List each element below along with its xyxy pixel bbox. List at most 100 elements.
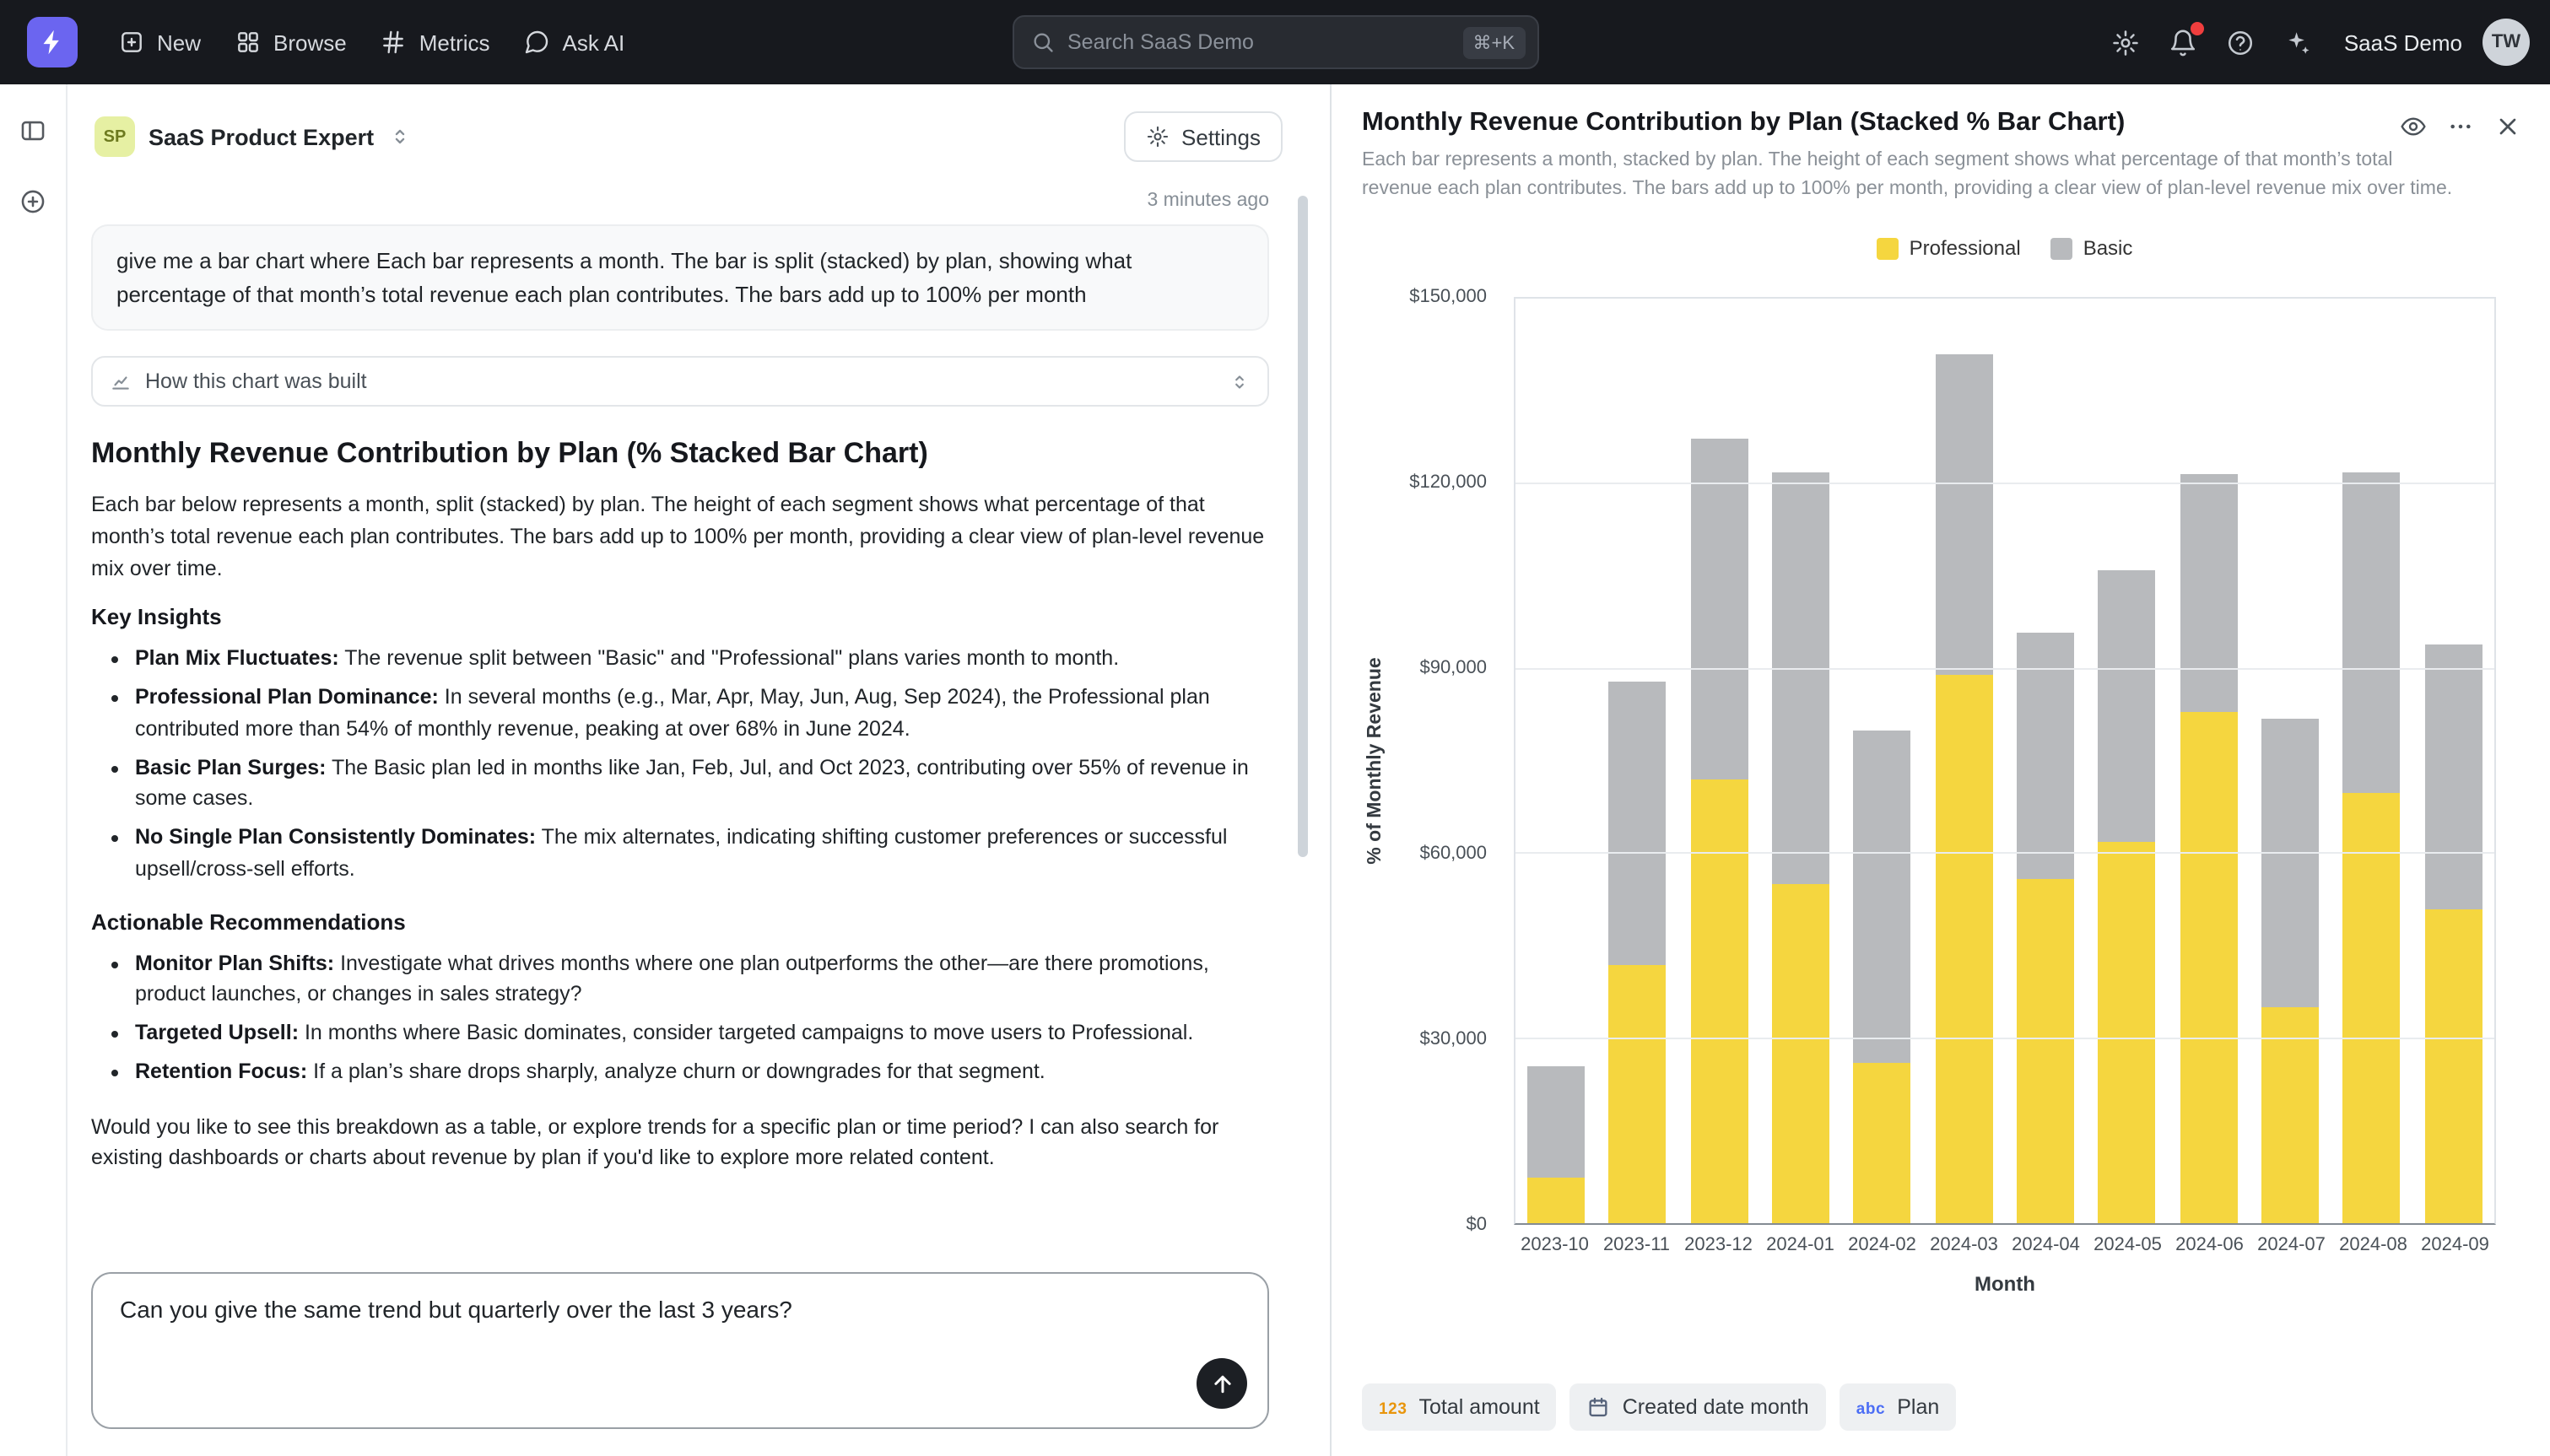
legend-label: Professional — [1910, 237, 2021, 261]
bar-2024-06 — [2168, 475, 2250, 1224]
bar-2023-11 — [1597, 682, 1679, 1224]
x-axis-tick-label: 2023-11 — [1596, 1236, 1677, 1256]
x-axis-tick-label: 2023-12 — [1677, 1236, 1759, 1256]
gear-icon — [1146, 125, 1170, 148]
main-content: SP SaaS Product Expert Settings 3 minute… — [0, 84, 2550, 1456]
bar-segment-basic[interactable] — [2099, 570, 2156, 841]
bar-segment-professional[interactable] — [1527, 1178, 1585, 1224]
bar-segment-professional[interactable] — [1772, 885, 1829, 1224]
bar-segment-professional[interactable] — [1691, 780, 1748, 1224]
bar-2024-02 — [1842, 731, 1924, 1224]
bar-segment-professional[interactable] — [2017, 879, 2074, 1224]
help-button[interactable] — [2216, 17, 2266, 67]
bar-segment-basic[interactable] — [2261, 719, 2319, 1008]
bar-segment-professional[interactable] — [2099, 842, 2156, 1224]
bar-segment-professional[interactable] — [1609, 965, 1667, 1224]
bar-segment-professional[interactable] — [2261, 1008, 2319, 1224]
browse-button[interactable]: Browse — [218, 17, 364, 67]
bar-segment-professional[interactable] — [2343, 792, 2401, 1223]
chart-line-icon — [110, 370, 132, 392]
bar-segment-basic[interactable] — [1609, 682, 1667, 965]
how-built-label: How this chart was built — [145, 369, 367, 393]
user-avatar[interactable]: TW — [2482, 19, 2530, 66]
response-title: Monthly Revenue Contribution by Plan (% … — [91, 437, 1269, 471]
field-tags: 123 Total amount Created date month abcPlan — [1362, 1383, 2520, 1431]
grid-icon — [235, 29, 262, 56]
field-tag-label: Plan — [1897, 1395, 1939, 1419]
assistant-response: Monthly Revenue Contribution by Plan (% … — [91, 437, 1269, 1174]
response-intro: Each bar below represents a month, split… — [91, 489, 1269, 585]
panel-toggle-button[interactable] — [8, 105, 58, 155]
y-axis-tick-label: $90,000 — [1419, 659, 1487, 679]
ai-sparkles-button[interactable] — [2273, 17, 2324, 67]
settings-button[interactable]: Settings — [1124, 111, 1283, 162]
bar-segment-basic[interactable] — [2425, 644, 2482, 909]
close-panel-button[interactable] — [2486, 105, 2530, 148]
bar-segment-professional[interactable] — [1854, 1064, 1911, 1224]
ask-ai-button[interactable]: Ask AI — [507, 17, 642, 67]
bar-2023-12 — [1678, 438, 1760, 1224]
bar-segment-basic[interactable] — [1854, 731, 1911, 1064]
bar-segment-basic[interactable] — [2343, 472, 2401, 792]
settings-button-label: Settings — [1181, 124, 1261, 149]
y-axis-tick-label: $0 — [1467, 1216, 1488, 1236]
numeric-field-icon: 123 — [1379, 1395, 1407, 1419]
legend-swatch — [1877, 238, 1899, 260]
agent-name: SaaS Product Expert — [149, 124, 374, 149]
legend-label: Basic — [2083, 237, 2133, 261]
field-tag-label: Total amount — [1419, 1395, 1540, 1419]
bar-segment-basic[interactable] — [1936, 354, 1993, 675]
chat-input[interactable]: Can you give the same trend but quarterl… — [93, 1274, 1267, 1427]
insight-item: Professional Plan Dominance: In several … — [135, 682, 1269, 745]
bar-segment-professional[interactable] — [1936, 675, 1993, 1223]
bar-2024-01 — [1760, 472, 1842, 1223]
legend-item-basic[interactable]: Basic — [2051, 237, 2133, 261]
insight-item: No Single Plan Consistently Dominates: T… — [135, 822, 1269, 885]
settings-nav-button[interactable] — [2101, 17, 2152, 67]
gridline — [1515, 1038, 2494, 1039]
send-button[interactable] — [1197, 1358, 1247, 1409]
field-tag-created-date-month[interactable]: Created date month — [1570, 1383, 1826, 1431]
insight-item: Plan Mix Fluctuates: The revenue split b… — [135, 644, 1269, 676]
chat-header: SP SaaS Product Expert Settings — [68, 84, 1330, 177]
metrics-button-label: Metrics — [419, 30, 490, 55]
chat-scrollbar[interactable] — [1298, 196, 1308, 857]
notifications-button[interactable] — [2158, 17, 2209, 67]
response-closing: Would you like to see this breakdown as … — [91, 1111, 1269, 1174]
bar-2023-10 — [1515, 1066, 1597, 1223]
preview-button[interactable] — [2391, 105, 2435, 148]
metrics-button[interactable]: Metrics — [364, 17, 507, 67]
field-tag-total-amount[interactable]: 123 Total amount — [1362, 1383, 1557, 1431]
y-axis-tick-label: $30,000 — [1419, 1030, 1487, 1050]
how-built-toggle[interactable]: How this chart was built — [91, 356, 1269, 407]
app-logo[interactable] — [27, 17, 78, 67]
search-input[interactable] — [1067, 30, 1449, 54]
search-icon — [1030, 30, 1054, 54]
global-search-bar[interactable]: ⌘+K — [1012, 15, 1538, 69]
notification-dot — [2191, 22, 2204, 35]
eye-icon — [2400, 113, 2427, 140]
field-tag-plan[interactable]: abcPlan — [1840, 1383, 1957, 1431]
bar-segment-basic[interactable] — [1527, 1066, 1585, 1178]
y-axis-tick-label: $150,000 — [1409, 288, 1487, 308]
sparkles-icon — [2284, 28, 2313, 57]
bar-segment-basic[interactable] — [2017, 632, 2074, 878]
recommendations-list: Monitor Plan Shifts: Investigate what dr… — [91, 947, 1269, 1087]
new-thread-button[interactable] — [8, 175, 58, 226]
message-list: 3 minutes ago give me a bar chart where … — [68, 177, 1330, 1259]
bar-segment-basic[interactable] — [1691, 438, 1748, 780]
legend-item-professional[interactable]: Professional — [1877, 237, 2021, 261]
y-axis-tick-label: $120,000 — [1409, 473, 1487, 493]
bar-segment-basic[interactable] — [2180, 475, 2238, 712]
recommendations-heading: Actionable Recommendations — [91, 909, 1269, 934]
bar-segment-professional[interactable] — [2425, 909, 2482, 1224]
agent-selector[interactable]: SP SaaS Product Expert — [84, 110, 424, 164]
browse-button-label: Browse — [273, 30, 347, 55]
bar-segment-professional[interactable] — [2180, 712, 2238, 1223]
more-menu-button[interactable] — [2439, 105, 2482, 148]
new-button[interactable]: New — [101, 17, 218, 67]
bar-segment-basic[interactable] — [1772, 472, 1829, 885]
org-name[interactable]: SaaS Demo — [2344, 30, 2462, 55]
chevron-selector-icon — [1229, 370, 1251, 392]
agent-avatar: SP — [95, 116, 135, 157]
